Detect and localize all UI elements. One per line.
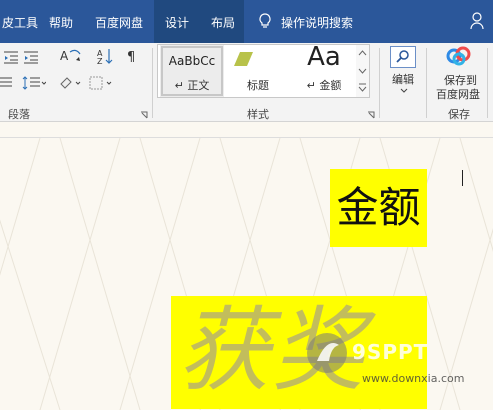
shading-icon[interactable] bbox=[58, 76, 82, 90]
style-amount-sample: Aa bbox=[307, 42, 341, 72]
style-heading-name: 标题 bbox=[247, 79, 269, 92]
show-marks-icon[interactable]: ¶ bbox=[126, 48, 140, 64]
ribbon-separator bbox=[426, 48, 427, 118]
ribbon-tab-bar: 皮工具 帮助 百度网盘 设计 布局 操作说明搜索 bbox=[0, 0, 493, 43]
style-gallery-scroll bbox=[356, 44, 370, 98]
baidu-netdisk-icon[interactable] bbox=[446, 44, 472, 66]
style-normal-name: ↵ 正文 bbox=[174, 79, 210, 92]
ribbon-separator bbox=[379, 48, 380, 118]
style-normal-sample: AaBbCc bbox=[168, 54, 216, 68]
justify-icon[interactable] bbox=[0, 76, 14, 90]
tab-design[interactable]: 设计 bbox=[165, 14, 189, 31]
tell-me-search[interactable]: 操作说明搜索 bbox=[281, 14, 353, 31]
save-to-baidu-line2[interactable]: 百度网盘 bbox=[436, 86, 480, 102]
svg-text:¶: ¶ bbox=[127, 50, 135, 64]
text-direction-icon[interactable]: A bbox=[58, 48, 82, 64]
style-normal[interactable]: AaBbCc ↵ 正文 bbox=[160, 45, 224, 97]
svg-text:Z: Z bbox=[97, 57, 103, 64]
paragraph-dialog-launcher-icon[interactable] bbox=[140, 111, 148, 119]
gallery-scroll-up-icon[interactable] bbox=[356, 45, 369, 62]
editing-dropdown-icon[interactable] bbox=[400, 88, 408, 94]
save-group-label: 保存 bbox=[448, 108, 470, 121]
amount-heading[interactable]: 金额 bbox=[330, 180, 427, 236]
borders-icon[interactable] bbox=[88, 76, 114, 90]
styles-dialog-launcher-icon[interactable] bbox=[367, 111, 375, 119]
watermark-logo-icon bbox=[307, 333, 347, 373]
watermark-url: www.downxia.com bbox=[362, 372, 465, 385]
svg-text:A: A bbox=[60, 49, 69, 63]
find-icon[interactable] bbox=[390, 46, 416, 68]
style-heading-sample-shape bbox=[234, 52, 253, 66]
tab-layout[interactable]: 布局 bbox=[211, 14, 235, 31]
style-gallery: AaBbCc ↵ 正文 标题 Aa ↵ 金额 bbox=[157, 42, 357, 98]
tab-picture-tools[interactable]: 皮工具 bbox=[2, 14, 38, 31]
style-amount-name: ↵ 金额 bbox=[306, 79, 342, 92]
ribbon-separator bbox=[487, 48, 488, 118]
tab-help[interactable]: 帮助 bbox=[49, 14, 73, 31]
line-spacing-icon[interactable] bbox=[22, 76, 46, 90]
editing-button[interactable]: 编辑 bbox=[392, 71, 414, 87]
lightbulb-icon bbox=[259, 13, 271, 28]
style-heading[interactable]: 标题 bbox=[226, 45, 290, 97]
paragraph-group-label: 段落 bbox=[8, 108, 30, 121]
watermark-brand: 9SPPT bbox=[352, 340, 429, 364]
share-user-icon[interactable] bbox=[470, 12, 486, 30]
gallery-more-icon[interactable] bbox=[356, 79, 369, 96]
style-amount[interactable]: Aa ↵ 金额 bbox=[292, 42, 356, 97]
gallery-scroll-down-icon[interactable] bbox=[356, 62, 369, 79]
tab-baidu-netdisk[interactable]: 百度网盘 bbox=[95, 14, 143, 31]
ribbon-separator bbox=[152, 48, 153, 118]
sort-icon[interactable]: A Z bbox=[96, 48, 114, 64]
decrease-indent-icon[interactable] bbox=[4, 50, 40, 64]
text-cursor bbox=[462, 170, 463, 186]
styles-group-label: 样式 bbox=[247, 108, 269, 121]
